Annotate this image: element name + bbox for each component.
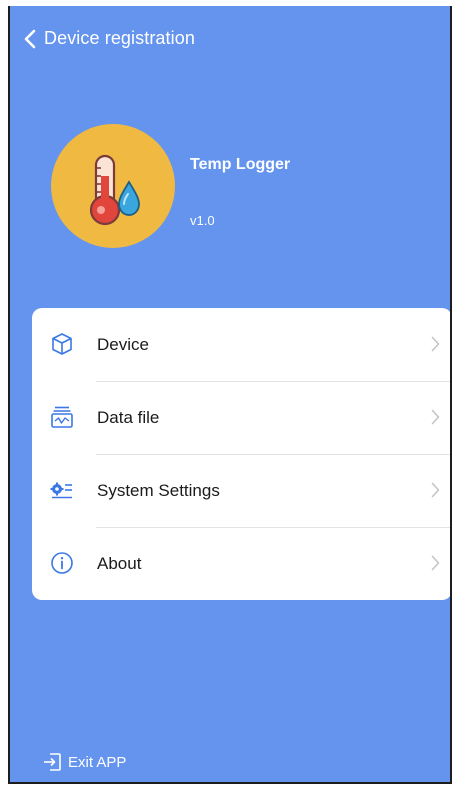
menu-item-label: About [97,554,142,573]
menu-item-device[interactable]: Device [32,308,450,381]
menu-item-about[interactable]: About [32,527,450,600]
exit-app-label: Exit APP [68,753,127,771]
app-screen: Device registration Temp Logger v1.0 Dev… [8,6,452,784]
chevron-right-icon [431,336,440,352]
chevron-right-icon [431,409,440,425]
menu-item-data-file[interactable]: Data file [32,381,450,454]
menu-card: Device Data file System Settings About [32,308,450,600]
menu-item-system-settings[interactable]: System Settings [32,454,450,527]
chevron-right-icon [431,555,440,571]
info-icon [51,552,73,574]
thermometer-droplet-icon [89,154,140,226]
chevron-left-icon [24,29,36,48]
app-name: Temp Logger [190,156,291,173]
back-button[interactable]: Device registration [24,28,195,49]
data-file-icon [51,406,73,428]
page-title: Device registration [44,28,195,48]
settings-list-icon [50,482,72,499]
menu-item-label: Device [97,335,149,354]
cube-icon [52,333,72,355]
exit-icon [44,753,61,771]
app-logo [51,124,175,248]
exit-app-button[interactable]: Exit APP [42,752,126,772]
menu-item-label: Data file [97,408,160,427]
chevron-right-icon [431,482,440,498]
menu-item-label: System Settings [97,481,220,500]
app-version: v1.0 [190,213,215,228]
